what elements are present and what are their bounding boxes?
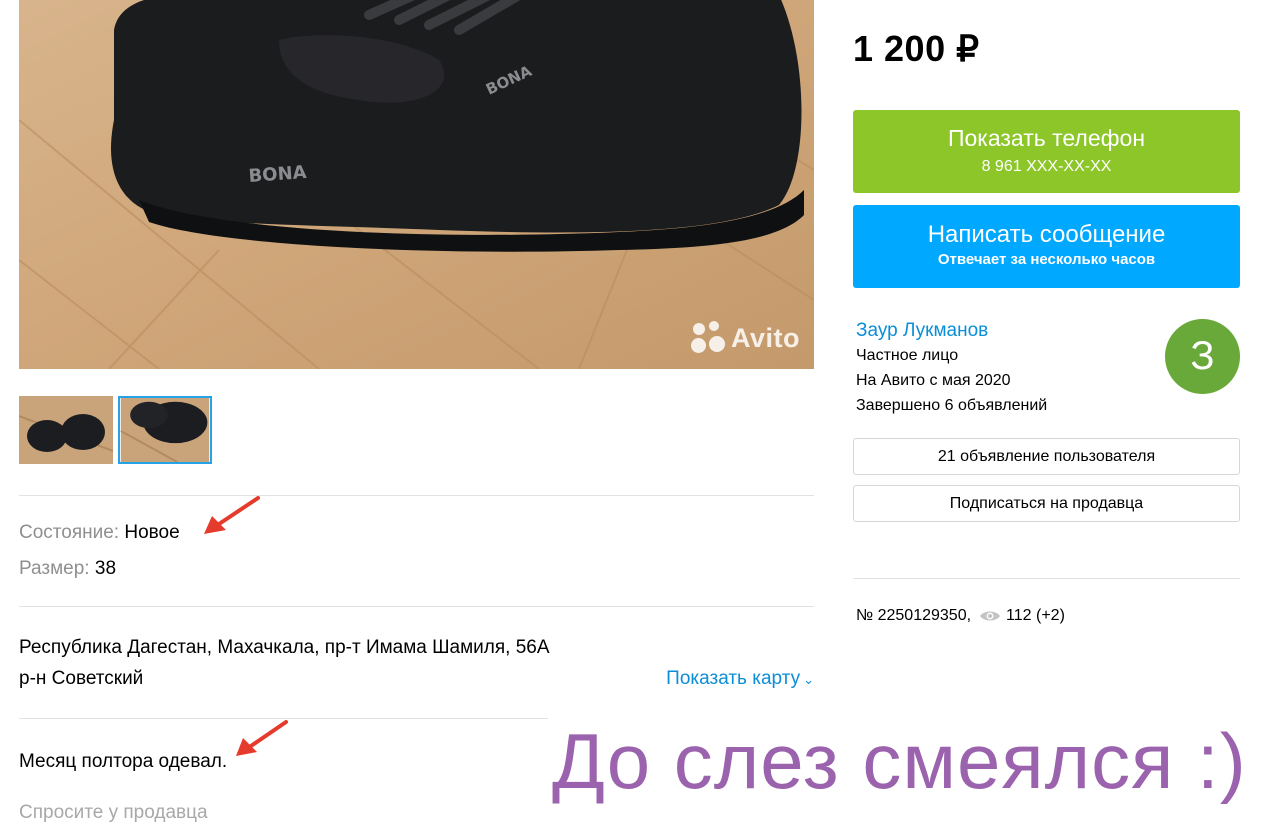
avatar[interactable]: З xyxy=(1165,319,1240,394)
phone-number: 8 961 XXX-XX-XX xyxy=(981,158,1112,175)
divider xyxy=(853,578,1240,579)
thumbnail-2[interactable] xyxy=(118,396,212,464)
thumbnail-2-image xyxy=(120,398,210,462)
subscribe-button[interactable]: Подписаться на продавца xyxy=(853,485,1240,522)
divider xyxy=(19,606,814,607)
main-photo[interactable]: BONA BONA Avito xyxy=(19,0,814,369)
param-value: Новое xyxy=(124,522,180,543)
param-label: Размер: xyxy=(19,558,90,579)
param-condition: Состояние: Новое xyxy=(19,522,180,544)
param-size: Размер: 38 xyxy=(19,558,116,580)
show-map-label: Показать карту xyxy=(666,668,801,689)
ask-seller-heading: Спросите у продавца xyxy=(19,802,208,823)
param-label: Состояние: xyxy=(19,522,120,543)
write-message-button[interactable]: Написать сообщение Отвечает за несколько… xyxy=(853,205,1240,288)
thumbnail-1[interactable] xyxy=(19,396,113,464)
divider xyxy=(19,495,814,496)
red-arrow-icon xyxy=(204,496,260,534)
overlay-caption: До слез смеялся :) xyxy=(548,716,1251,807)
ad-meta: № 2250129350, 112 (+2) xyxy=(856,607,1065,625)
seller-type: Частное лицо xyxy=(856,347,959,364)
avito-watermark: Avito xyxy=(691,321,800,355)
response-time: Отвечает за несколько часов xyxy=(937,251,1156,268)
write-message-label: Написать сообщение xyxy=(927,221,1166,248)
eye-icon xyxy=(980,611,1001,621)
address-line: Республика Дагестан, Махачкала, пр-т Има… xyxy=(19,637,550,658)
district-line: р-н Советский xyxy=(19,668,144,689)
description-text: Месяц полтора одевал. xyxy=(19,751,228,772)
param-value: 38 xyxy=(94,558,117,579)
seller-name-link[interactable]: Заур Лукманов xyxy=(856,320,988,342)
price: 1 200 ₽ xyxy=(853,28,980,69)
red-arrow-icon xyxy=(236,720,288,756)
ad-number: № 2250129350, xyxy=(856,607,972,624)
seller-since: На Авито с мая 2020 xyxy=(856,372,1011,389)
show-map-link[interactable]: Показать карту ⌄ xyxy=(666,668,814,690)
show-phone-label: Показать телефон xyxy=(947,125,1146,151)
sneaker-photo: BONA BONA xyxy=(19,0,814,369)
chevron-down-icon: ⌄ xyxy=(803,672,814,687)
view-count: 112 (+2) xyxy=(1006,607,1065,624)
seller-ads-button[interactable]: 21 объявление пользователя xyxy=(853,438,1240,475)
svg-text:BONA: BONA xyxy=(248,162,307,187)
seller-completed-ads: Завершено 6 объявлений xyxy=(856,397,1048,414)
thumbnail-1-image xyxy=(19,396,113,464)
watermark-text: Avito xyxy=(731,322,800,353)
avito-logo-icon xyxy=(691,321,725,355)
show-phone-button[interactable]: Показать телефон 8 961 XXX-XX-XX xyxy=(853,110,1240,193)
